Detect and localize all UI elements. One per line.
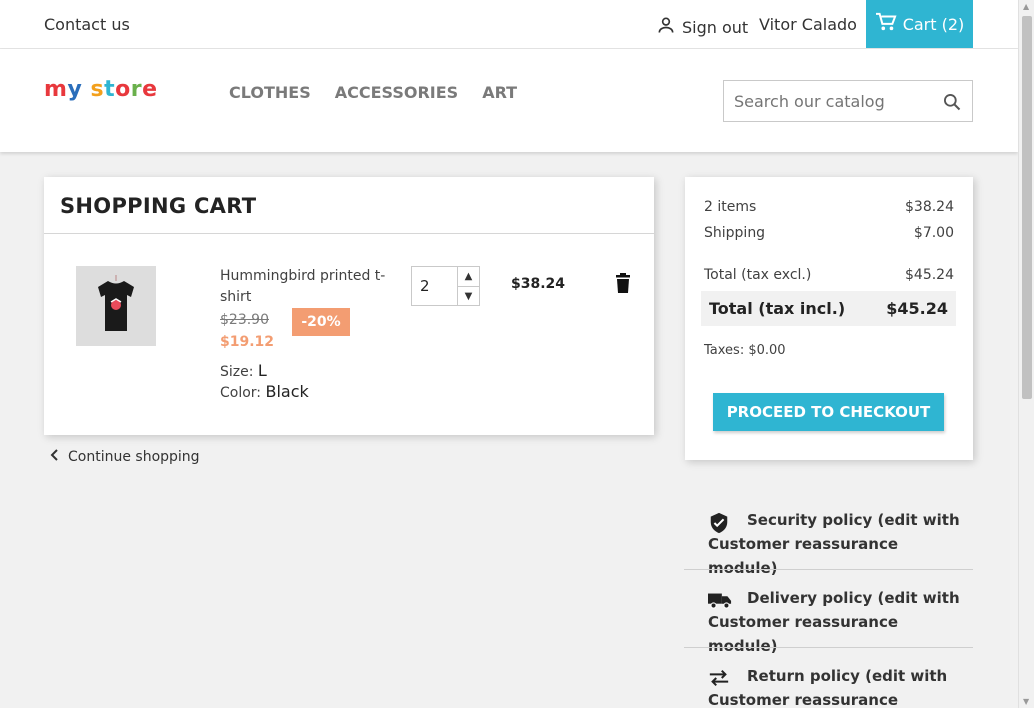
top-nav-bar: Contact us Sign out Vitor Calado Cart (2… <box>0 0 1018 49</box>
decrease-quantity-button[interactable]: ▼ <box>458 286 479 305</box>
search-icon[interactable] <box>942 92 962 116</box>
total-excl-value: $45.24 <box>905 267 954 283</box>
site-header: my store CLOTHES ACCESSORIES ART <box>0 49 1018 152</box>
menu-art[interactable]: ART <box>482 83 517 102</box>
menu-accessories[interactable]: ACCESSORIES <box>335 83 458 102</box>
quantity-stepper: ▲ ▼ <box>411 266 480 306</box>
scrollbar-thumb[interactable] <box>1022 16 1032 399</box>
search-box <box>723 80 973 122</box>
unit-price: $19.12 <box>220 334 275 350</box>
continue-shopping-link[interactable]: Continue shopping <box>50 449 200 465</box>
discount-badge: -20% <box>292 308 350 336</box>
shopping-cart-icon <box>875 12 897 36</box>
product-name-link[interactable]: Hummingbird printed t-shirt <box>220 266 390 308</box>
store-logo[interactable]: my store <box>44 77 158 102</box>
total-excl-label: Total (tax excl.) <box>704 267 812 283</box>
page-title: SHOPPING CART <box>60 194 257 218</box>
items-label: 2 items <box>704 199 757 215</box>
product-thumbnail[interactable] <box>76 266 156 346</box>
divider <box>684 647 973 648</box>
search-input[interactable] <box>734 92 934 111</box>
cart-summary: 2 items $38.24 Shipping $7.00 Total (tax… <box>685 177 973 460</box>
shipping-value: $7.00 <box>913 225 954 241</box>
account-link[interactable]: Vitor Calado <box>759 15 857 34</box>
continue-shopping-label: Continue shopping <box>68 449 200 465</box>
tshirt-image <box>98 275 134 331</box>
page-scrollbar[interactable]: ▲ ▼ <box>1018 0 1034 708</box>
color-label: Color: <box>220 385 262 401</box>
chevron-left-icon <box>50 449 60 465</box>
total-incl-label: Total (tax incl.) <box>709 299 846 318</box>
increase-quantity-button[interactable]: ▲ <box>458 267 479 286</box>
shipping-label: Shipping <box>704 225 766 241</box>
size-attribute: Size: L <box>220 361 267 380</box>
divider <box>684 569 973 570</box>
trash-icon <box>616 273 630 293</box>
quantity-input[interactable] <box>420 277 450 295</box>
total-incl-row: Total (tax incl.) $45.24 <box>701 291 956 326</box>
cart-count-label: Cart (2) <box>902 14 965 34</box>
size-value: L <box>257 361 267 380</box>
items-row: 2 items $38.24 <box>704 199 954 215</box>
sign-out-label: Sign out <box>682 17 749 37</box>
size-label: Size: <box>220 364 254 380</box>
remove-item-button[interactable] <box>615 273 631 297</box>
color-attribute: Color: Black <box>220 382 309 401</box>
color-value: Black <box>265 382 309 401</box>
scroll-up-arrow-icon[interactable]: ▲ <box>1023 2 1029 11</box>
chevron-up-icon: ▲ <box>464 271 473 282</box>
menu-clothes[interactable]: CLOTHES <box>229 83 311 102</box>
scroll-down-arrow-icon[interactable]: ▼ <box>1023 697 1029 706</box>
shopping-cart-panel: SHOPPING CART Hummingbird printed t-shir… <box>44 177 654 435</box>
contact-us-link[interactable]: Contact us <box>44 15 130 34</box>
line-total: $38.24 <box>511 276 566 292</box>
total-excl-row: Total (tax excl.) $45.24 <box>704 267 954 283</box>
sign-out-link[interactable]: Sign out <box>656 15 748 39</box>
cart-button[interactable]: Cart (2) <box>866 0 973 48</box>
items-value: $38.24 <box>905 199 954 215</box>
user-icon <box>656 15 676 39</box>
proceed-to-checkout-button[interactable]: PROCEED TO CHECKOUT <box>713 393 944 431</box>
reassurance-text: Return policy (edit with Customer reassu… <box>708 667 948 708</box>
chevron-down-icon: ▼ <box>464 290 473 302</box>
total-incl-value: $45.24 <box>886 299 948 318</box>
main-menu: CLOTHES ACCESSORIES ART <box>229 83 541 102</box>
shipping-row: Shipping $7.00 <box>704 225 954 241</box>
divider <box>44 233 654 234</box>
regular-price: $23.90 <box>220 312 269 328</box>
taxes-note: Taxes: $0.00 <box>704 343 786 358</box>
